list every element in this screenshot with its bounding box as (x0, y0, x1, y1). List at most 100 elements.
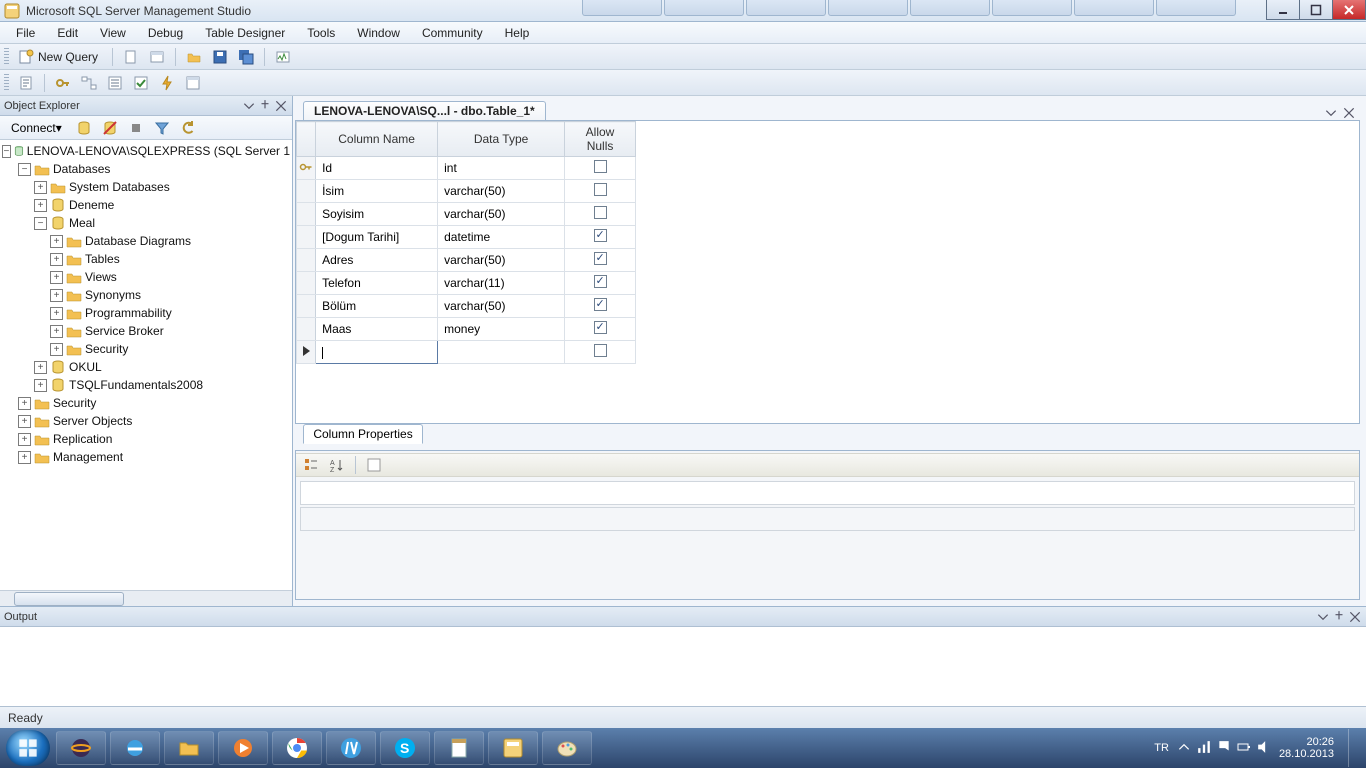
table-row[interactable]: Soyisimvarchar(50) (297, 203, 636, 226)
connect-button[interactable]: Connect ▾ (4, 118, 69, 138)
cell-column-name[interactable]: [Dogum Tarihi] (316, 226, 438, 249)
categorized-icon[interactable] (300, 455, 322, 475)
cell-column-name[interactable]: Soyisim (316, 203, 438, 226)
task-ie-icon[interactable] (110, 731, 160, 765)
task-wamp-icon[interactable] (326, 731, 376, 765)
show-desktop-button[interactable] (1348, 729, 1360, 767)
tree-security-inner[interactable]: +Security (2, 340, 290, 358)
tree-db-meal[interactable]: −Meal (2, 214, 290, 232)
task-eclipse-icon[interactable] (56, 731, 106, 765)
start-button[interactable] (6, 730, 50, 766)
property-pages-icon[interactable] (363, 455, 385, 475)
header-column-name[interactable]: Column Name (316, 122, 438, 157)
tree-programmability[interactable]: +Programmability (2, 304, 290, 322)
new-file-icon[interactable] (120, 47, 142, 67)
menu-file[interactable]: File (6, 24, 45, 42)
tree-service-broker[interactable]: +Service Broker (2, 322, 290, 340)
tree-db-okul[interactable]: +OKUL (2, 358, 290, 376)
table-row[interactable]: [Dogum Tarihi]datetime (297, 226, 636, 249)
cell-allow-nulls[interactable] (565, 341, 636, 364)
disconnect-icon[interactable] (99, 118, 121, 138)
cell-data-type[interactable]: varchar(50) (438, 203, 565, 226)
header-data-type[interactable]: Data Type (438, 122, 565, 157)
menu-window[interactable]: Window (347, 24, 410, 42)
cell-data-type[interactable]: datetime (438, 226, 565, 249)
tree-db-deneme[interactable]: +Deneme (2, 196, 290, 214)
tree-replication[interactable]: +Replication (2, 430, 290, 448)
header-allow-nulls[interactable]: Allow Nulls (565, 122, 636, 157)
row-header[interactable] (297, 318, 316, 341)
alphabetical-icon[interactable]: AZ (326, 455, 348, 475)
open-icon[interactable] (183, 47, 205, 67)
checkbox[interactable] (594, 275, 607, 288)
row-header[interactable] (297, 295, 316, 318)
save-icon[interactable] (209, 47, 231, 67)
task-ssms-icon[interactable] (488, 731, 538, 765)
row-header[interactable] (297, 341, 316, 364)
row-header[interactable] (297, 203, 316, 226)
tree-management[interactable]: +Management (2, 448, 290, 466)
cell-column-name[interactable]: İsim (316, 180, 438, 203)
menu-tools[interactable]: Tools (297, 24, 345, 42)
tray-volume-icon[interactable] (1257, 740, 1271, 757)
table-properties-icon[interactable] (182, 73, 204, 93)
task-notepad-icon[interactable] (434, 731, 484, 765)
column-properties-tab[interactable]: Column Properties (303, 424, 423, 444)
task-wmp-icon[interactable] (218, 731, 268, 765)
design-grid-wrap[interactable]: Column Name Data Type Allow Nulls Idintİ… (296, 121, 1359, 423)
cell-data-type[interactable]: money (438, 318, 565, 341)
tray-lang[interactable]: TR (1154, 742, 1169, 754)
column-properties-body[interactable] (296, 477, 1359, 599)
cell-column-name[interactable]: Adres (316, 249, 438, 272)
pin-icon[interactable] (1332, 610, 1346, 624)
pin-icon[interactable] (258, 99, 272, 113)
checkbox[interactable] (594, 298, 607, 311)
cell-data-type[interactable] (438, 341, 565, 364)
minimize-button[interactable] (1266, 0, 1300, 20)
cell-allow-nulls[interactable] (565, 157, 636, 180)
tree-synonyms[interactable]: +Synonyms (2, 286, 290, 304)
activity-monitor-icon[interactable] (272, 47, 294, 67)
menu-edit[interactable]: Edit (47, 24, 88, 42)
checkbox[interactable] (594, 183, 607, 196)
table-row[interactable]: Bölümvarchar(50) (297, 295, 636, 318)
cell-column-name[interactable]: Telefon (316, 272, 438, 295)
tree-server[interactable]: −LENOVA-LENOVA\SQLEXPRESS (SQL Server 1 (2, 142, 290, 160)
key-icon[interactable] (52, 73, 74, 93)
tray-clock[interactable]: 20:26 28.10.2013 (1279, 736, 1334, 760)
cell-allow-nulls[interactable] (565, 272, 636, 295)
tree-security[interactable]: +Security (2, 394, 290, 412)
cell-data-type[interactable]: varchar(11) (438, 272, 565, 295)
cell-allow-nulls[interactable] (565, 226, 636, 249)
document-tab[interactable]: LENOVA-LENOVA\SQ...l - dbo.Table_1* (303, 101, 546, 120)
indexes-icon[interactable] (104, 73, 126, 93)
cell-allow-nulls[interactable] (565, 249, 636, 272)
tree-databases[interactable]: −Databases (2, 160, 290, 178)
tray-network-icon[interactable] (1197, 740, 1211, 757)
checkbox[interactable] (594, 252, 607, 265)
toolbar-grip-2[interactable] (4, 74, 9, 92)
filter-icon[interactable] (151, 118, 173, 138)
tree-server-objects[interactable]: +Server Objects (2, 412, 290, 430)
menu-table-designer[interactable]: Table Designer (195, 24, 295, 42)
task-chrome-icon[interactable] (272, 731, 322, 765)
checkbox[interactable] (594, 160, 607, 173)
row-header[interactable] (297, 249, 316, 272)
row-header[interactable] (297, 157, 316, 180)
task-explorer-icon[interactable] (164, 731, 214, 765)
menu-view[interactable]: View (90, 24, 136, 42)
table-row[interactable]: Maasmoney (297, 318, 636, 341)
table-row[interactable]: Idint (297, 157, 636, 180)
design-grid[interactable]: Column Name Data Type Allow Nulls Idintİ… (296, 121, 636, 364)
cell-column-name[interactable]: Id (316, 157, 438, 180)
object-explorer-hscroll[interactable] (0, 590, 292, 606)
property-row[interactable] (300, 507, 1355, 531)
tray-action-center-icon[interactable] (1217, 740, 1231, 757)
checkbox[interactable] (594, 321, 607, 334)
maximize-button[interactable] (1299, 0, 1333, 20)
table-row-new[interactable] (297, 341, 636, 364)
connect-server-icon[interactable] (73, 118, 95, 138)
tree-db-tsql[interactable]: +TSQLFundamentals2008 (2, 376, 290, 394)
close-panel-icon[interactable] (1348, 610, 1362, 624)
relationships-icon[interactable] (78, 73, 100, 93)
